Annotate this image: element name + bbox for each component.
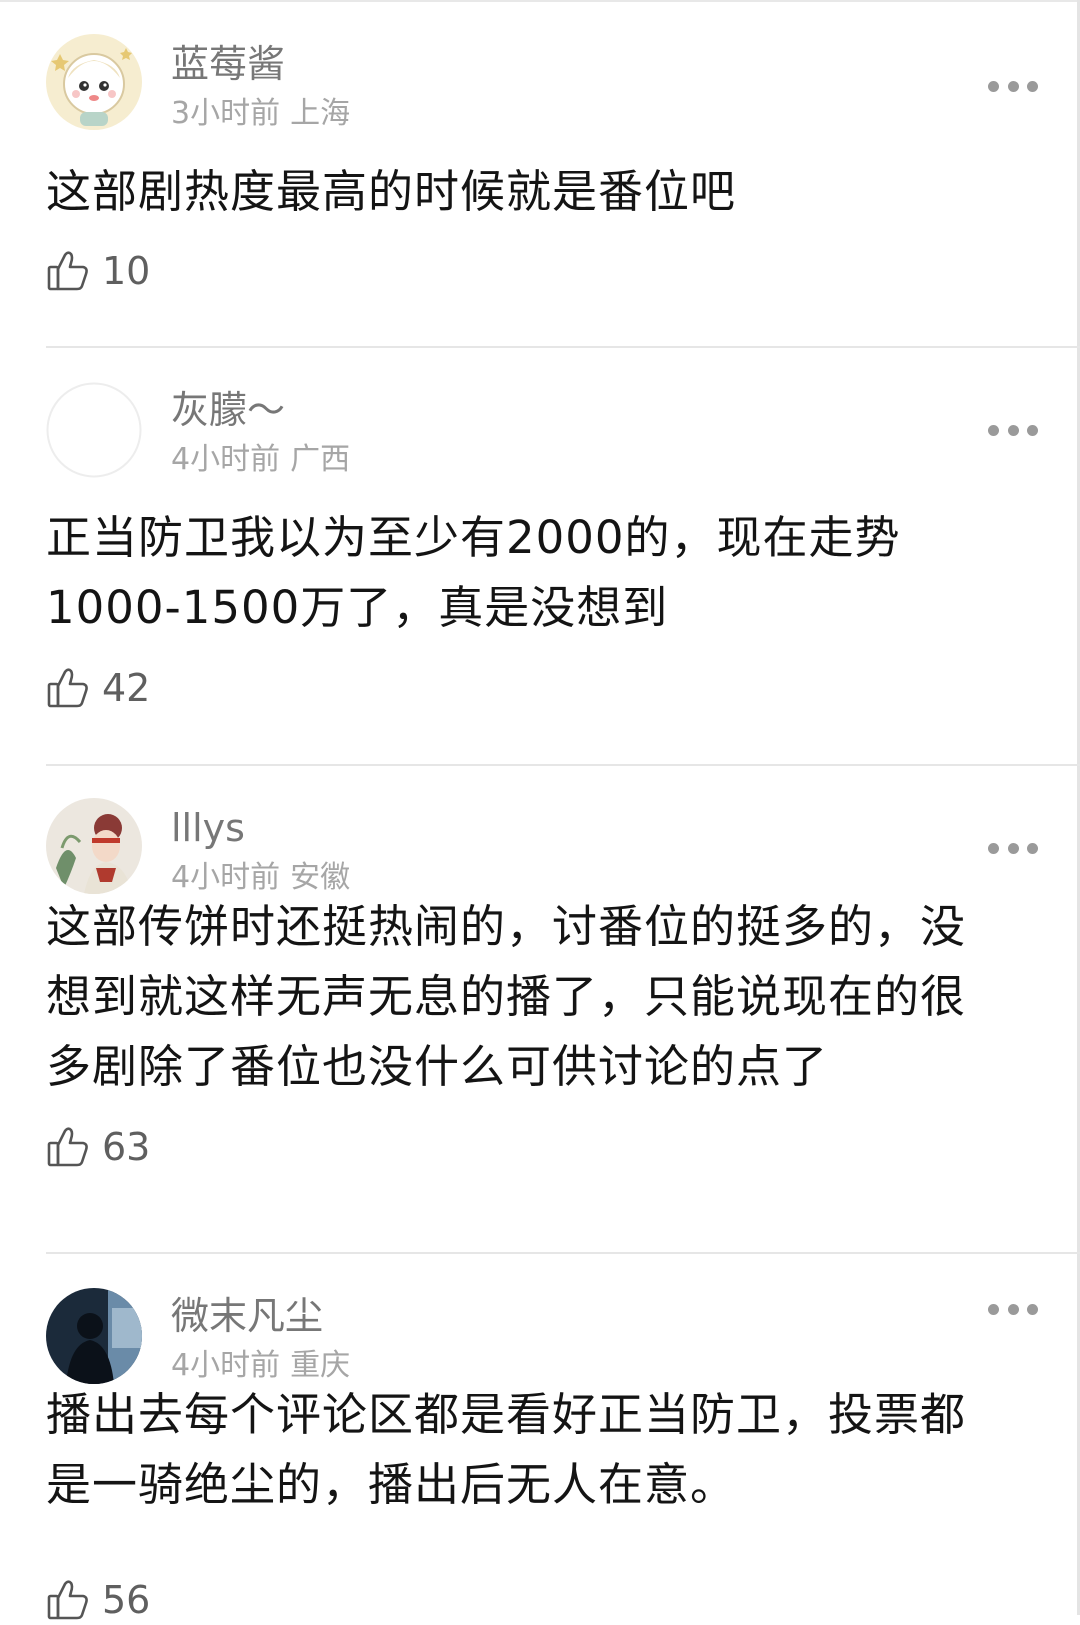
like-count: 42 [102, 666, 151, 710]
avatar[interactable] [46, 382, 142, 478]
username[interactable]: 灰朦～ [171, 388, 285, 432]
costume-portrait-avatar-icon [46, 798, 142, 894]
more-dots-icon [988, 842, 999, 854]
comment-time: 4小时前 [171, 860, 281, 895]
comment-item: 蓝莓酱 3小时前 上海 这部剧热度最高的时候就是番位吧 10 [0, 0, 1080, 340]
comment-meta: 4小时前 重庆 [171, 1348, 350, 1384]
comment-meta: 4小时前 安徽 [171, 860, 350, 896]
like-count: 56 [102, 1578, 151, 1622]
more-dots-icon [988, 80, 999, 92]
more-button[interactable] [988, 1294, 1038, 1324]
comment-location: 重庆 [290, 1348, 351, 1383]
cartoon-girl-avatar-icon [46, 34, 142, 130]
comment-item: 灰朦～ 4小时前 广西 正当防卫我以为至少有2000的，现在走势 1000-150… [0, 346, 1080, 764]
thumbs-up-icon [47, 1127, 88, 1167]
avatar[interactable] [46, 798, 142, 894]
like-button[interactable]: 42 [46, 663, 150, 713]
like-button[interactable]: 63 [46, 1122, 150, 1172]
comment-location: 上海 [290, 96, 351, 131]
comment-location: 安徽 [290, 860, 351, 895]
like-button[interactable]: 56 [46, 1575, 150, 1625]
comment-item: 微末凡尘 4小时前 重庆 播出去每个评论区都是看好正当防卫，投票都 是一骑绝尘的，… [0, 1252, 1080, 1622]
comment-meta: 4小时前 广西 [171, 442, 350, 478]
comment-text: 这部传饼时还挺热闹的，讨番位的挺多的，没 想到就这样无声无息的播了，只能说现在的… [46, 900, 967, 1093]
like-button[interactable]: 10 [46, 246, 150, 296]
comment-time: 4小时前 [171, 1348, 281, 1383]
avatar[interactable] [46, 34, 142, 130]
comment-item: lllys 4小时前 安徽 这部传饼时还挺热闹的，讨番位的挺多的，没 想到就这样无… [0, 764, 1080, 1252]
comment-time: 4小时前 [171, 442, 281, 477]
thumbs-up-icon [47, 251, 88, 291]
username[interactable]: lllys [171, 806, 245, 850]
more-dots-icon [988, 1303, 999, 1315]
blank-avatar-icon [46, 382, 142, 478]
username[interactable]: 微末凡尘 [171, 1294, 323, 1338]
silhouette-window-avatar-icon [46, 1288, 142, 1384]
comment-text: 这部剧热度最高的时候就是番位吧 [46, 165, 737, 218]
username[interactable]: 蓝莓酱 [171, 42, 285, 86]
more-button[interactable] [988, 415, 1038, 445]
more-button[interactable] [988, 833, 1038, 863]
comment-meta: 3小时前 上海 [171, 96, 350, 132]
avatar[interactable] [46, 1288, 142, 1384]
thumbs-up-icon [47, 1580, 88, 1620]
more-button[interactable] [988, 71, 1038, 101]
comment-time: 3小时前 [171, 96, 281, 131]
more-dots-icon [988, 424, 999, 436]
like-count: 63 [102, 1125, 151, 1169]
comment-location: 广西 [290, 442, 351, 477]
comment-text: 播出去每个评论区都是看好正当防卫，投票都 是一骑绝尘的，播出后无人在意。 [46, 1388, 967, 1511]
thumbs-up-icon [47, 668, 88, 708]
like-count: 10 [102, 249, 151, 293]
comment-text: 正当防卫我以为至少有2000的，现在走势 1000-1500万了，真是没想到 [46, 511, 901, 634]
